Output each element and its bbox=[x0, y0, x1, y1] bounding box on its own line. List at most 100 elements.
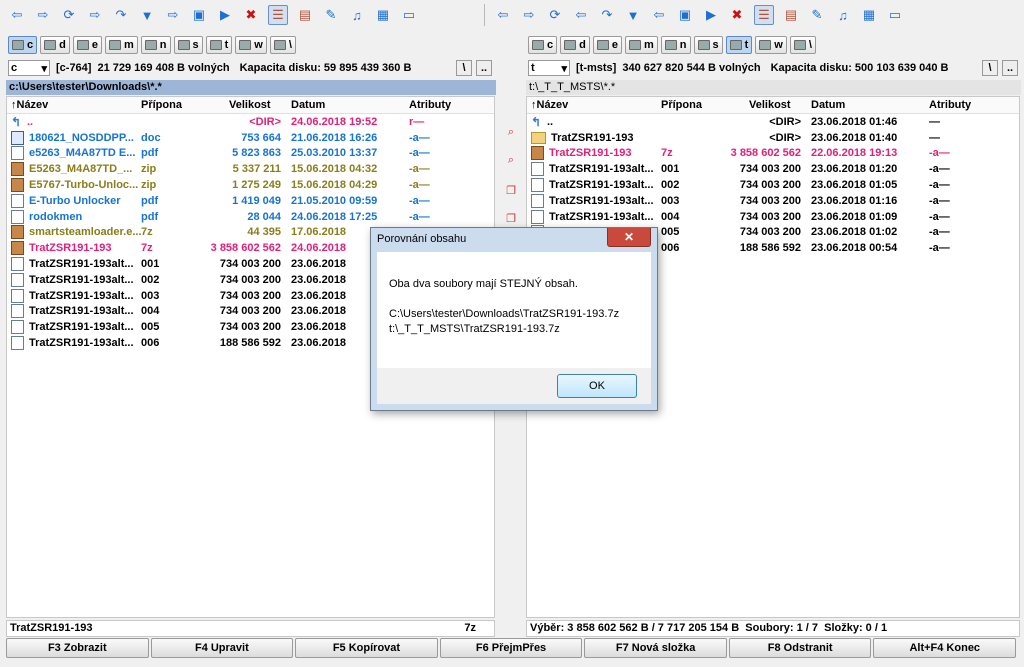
arrow-left-icon[interactable]: ⇦ bbox=[8, 6, 26, 24]
table-row[interactable]: E5767-Turbo-Unloc... zip 1 275 249 15.06.20… bbox=[7, 177, 494, 193]
drive-button[interactable]: s bbox=[173, 36, 203, 54]
column-header-date[interactable]: Datum bbox=[811, 99, 929, 111]
up-dir-button[interactable]: .. bbox=[476, 60, 492, 76]
file-size: 753 664 bbox=[241, 131, 281, 144]
table-row[interactable]: E-Turbo Unlocker pdf 1 419 049 21.05.2010 0… bbox=[7, 193, 494, 209]
function-key-bar: F3 Zobrazit F4 Upravit F5 Kopírovat F6 Přej… bbox=[6, 638, 1018, 658]
film-icon[interactable]: ▦ bbox=[374, 6, 392, 24]
arrow-right-icon[interactable]: ⇨ bbox=[86, 6, 104, 24]
music-icon[interactable]: ♫ bbox=[348, 6, 366, 24]
file-date: 25.03.2010 13:37 bbox=[291, 147, 378, 160]
table-row[interactable]: TratZSR191-193alt... 002 734 003 200 23.06.… bbox=[527, 177, 1019, 193]
music-icon[interactable]: ♫ bbox=[834, 6, 852, 24]
drive-button[interactable]: c bbox=[528, 36, 558, 54]
list-view-icon[interactable]: ☰ bbox=[754, 5, 774, 25]
drive-button[interactable]: n bbox=[140, 36, 171, 54]
compare-icon[interactable]: ⌕ bbox=[503, 124, 519, 140]
drive-button[interactable]: d bbox=[560, 36, 590, 54]
up-dir-button[interactable]: .. bbox=[1002, 60, 1018, 76]
delete-icon[interactable]: ✖ bbox=[242, 6, 260, 24]
table-row[interactable]: 180621_NOSDDPP... doc 753 664 21.06.2018 16… bbox=[7, 130, 494, 146]
drive-button[interactable]: d bbox=[40, 36, 70, 54]
table-row[interactable]: TratZSR191-193alt... 001 734 003 200 23.06.… bbox=[527, 161, 1019, 177]
close-button[interactable]: ✕ bbox=[607, 228, 651, 247]
drive-button[interactable]: \ bbox=[789, 36, 816, 54]
column-header-attr[interactable]: Atributy bbox=[409, 99, 469, 111]
table-row[interactable]: e5263_M4A87TD E... pdf 5 823 863 25.03.2010… bbox=[7, 146, 494, 162]
function-key-button[interactable]: F3 Zobrazit bbox=[6, 638, 149, 658]
drive-button[interactable]: t bbox=[205, 36, 233, 54]
window-icon[interactable]: ▣ bbox=[676, 6, 694, 24]
drive-letter: \ bbox=[288, 39, 292, 51]
edit-icon[interactable]: ✎ bbox=[322, 6, 340, 24]
move-icon[interactable]: ❐ bbox=[503, 210, 519, 226]
drive-button[interactable]: e bbox=[592, 36, 622, 54]
table-row[interactable]: ↰.. <DIR> 24.06.2018 19:52 r— bbox=[7, 114, 494, 130]
column-header-attr[interactable]: Atributy bbox=[929, 99, 989, 111]
table-row[interactable]: ↰.. <DIR> 23.06.2018 01:46 — bbox=[527, 114, 1019, 130]
find-icon[interactable]: ⌕ bbox=[503, 152, 519, 168]
table-row[interactable]: TratZSR191-193 7z 3 858 602 562 22.06.2018 … bbox=[527, 146, 1019, 162]
drive-button[interactable]: w bbox=[755, 36, 787, 54]
table-row[interactable]: TratZSR191-193alt... 004 734 003 200 23.06.… bbox=[527, 209, 1019, 225]
delete-icon[interactable]: ✖ bbox=[728, 6, 746, 24]
filter-icon[interactable]: ▼ bbox=[138, 6, 156, 24]
root-button[interactable]: \ bbox=[982, 60, 998, 76]
arrow-right-icon[interactable]: ⇨ bbox=[520, 6, 538, 24]
right-drive-combo[interactable]: t ▾ bbox=[528, 60, 570, 76]
drive-button[interactable]: m bbox=[624, 36, 658, 54]
column-header-ext[interactable]: Přípona bbox=[661, 99, 719, 111]
arrow-left-icon[interactable]: ⇦ bbox=[494, 6, 512, 24]
filter-icon[interactable]: ▼ bbox=[624, 6, 642, 24]
column-header-ext[interactable]: Přípona bbox=[141, 99, 199, 111]
column-header-date[interactable]: Datum bbox=[291, 99, 409, 111]
column-header-name[interactable]: ↑Název bbox=[527, 99, 661, 111]
arrow-left-icon[interactable]: ⇦ bbox=[572, 6, 590, 24]
root-button[interactable]: \ bbox=[456, 60, 472, 76]
column-header-name[interactable]: ↑Název bbox=[7, 99, 141, 111]
dialog-path-1: C:\Users\tester\Downloads\TratZSR191-193… bbox=[389, 308, 620, 320]
arrow-right-icon[interactable]: ⇨ bbox=[34, 6, 52, 24]
sync-icon[interactable]: ⟳ bbox=[546, 6, 564, 24]
function-key-button[interactable]: Alt+F4 Konec bbox=[873, 638, 1017, 658]
function-key-button[interactable]: F6 PřejmPřes bbox=[439, 638, 583, 658]
column-header-size[interactable]: Velikost bbox=[719, 99, 811, 111]
function-key-button[interactable]: F7 Nová složka bbox=[584, 638, 727, 658]
drive-letter: d bbox=[59, 39, 66, 51]
drive-button[interactable]: \ bbox=[269, 36, 296, 54]
edit-icon[interactable]: ✎ bbox=[808, 6, 826, 24]
drive-button[interactable]: t bbox=[725, 36, 753, 54]
table-row[interactable]: TratZSR191-193alt... 003 734 003 200 23.06.… bbox=[527, 193, 1019, 209]
play-icon[interactable]: ▶ bbox=[216, 6, 234, 24]
copy-icon[interactable]: ❐ bbox=[503, 182, 519, 198]
drive-button[interactable]: s bbox=[693, 36, 723, 54]
file-size: <DIR> bbox=[769, 131, 801, 144]
drive-button[interactable]: c bbox=[8, 36, 38, 54]
arrows-icon[interactable]: ↷ bbox=[112, 6, 130, 24]
function-key-button[interactable]: F8 Odstranit bbox=[728, 638, 872, 658]
window-icon[interactable]: ▣ bbox=[190, 6, 208, 24]
left-drive-combo[interactable]: c ▾ bbox=[8, 60, 50, 76]
arrow-right-icon[interactable]: ⇨ bbox=[164, 6, 182, 24]
panel-view-icon[interactable]: ▤ bbox=[782, 6, 800, 24]
function-key-button[interactable]: F5 Kopírovat bbox=[295, 638, 438, 658]
drive-button[interactable]: w bbox=[235, 36, 267, 54]
drive-button[interactable]: m bbox=[104, 36, 138, 54]
arrows-icon[interactable]: ↷ bbox=[598, 6, 616, 24]
panel-view-icon[interactable]: ▤ bbox=[296, 6, 314, 24]
ok-button[interactable]: OK bbox=[557, 374, 637, 398]
list-view-icon[interactable]: ☰ bbox=[268, 5, 288, 25]
drive-button[interactable]: n bbox=[660, 36, 691, 54]
arrow-left-icon[interactable]: ⇦ bbox=[650, 6, 668, 24]
function-key-button[interactable]: F4 Upravit bbox=[150, 638, 294, 658]
table-row[interactable]: rodokmen pdf 28 044 24.06.2018 17:25 -a— bbox=[7, 209, 494, 225]
table-row[interactable]: E5263_M4A87TD_... zip 5 337 211 15.06.2018 … bbox=[7, 161, 494, 177]
film-icon[interactable]: ▦ bbox=[860, 6, 878, 24]
table-row[interactable]: TratZSR191-193 <DIR> 23.06.2018 01:40 — bbox=[527, 130, 1019, 146]
play-icon[interactable]: ▶ bbox=[702, 6, 720, 24]
column-header-size[interactable]: Velikost bbox=[199, 99, 291, 111]
image-icon[interactable]: ▭ bbox=[886, 6, 904, 24]
drive-button[interactable]: e bbox=[72, 36, 102, 54]
image-icon[interactable]: ▭ bbox=[400, 6, 418, 24]
sync-icon[interactable]: ⟳ bbox=[60, 6, 78, 24]
